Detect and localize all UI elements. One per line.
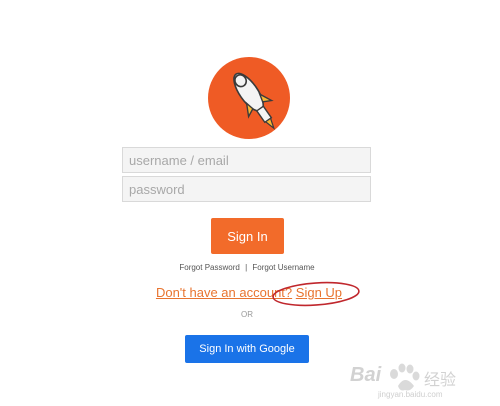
watermark-url: jingyan.baidu.com [378, 390, 443, 399]
link-separator: | [245, 263, 248, 272]
signup-row: Don't have an account? Sign Up [0, 285, 498, 300]
forgot-username-link[interactable]: Forgot Username [252, 263, 314, 272]
watermark-brand: Bai [350, 364, 382, 386]
sign-in-with-google-button[interactable]: Sign In with Google [185, 335, 309, 363]
watermark-brand-cn: 经验 [424, 370, 457, 389]
sign-up-link[interactable]: Sign Up [296, 285, 342, 300]
no-account-text: Don't have an account? [155, 285, 293, 300]
username-email-input[interactable] [122, 147, 371, 173]
postman-logo-icon [208, 57, 290, 139]
or-divider-text: OR [241, 310, 253, 319]
forgot-links-row: Forgot Password | Forgot Username [0, 263, 494, 272]
baidu-watermark: Bai 经验 jingyan.baidu.com [348, 356, 488, 402]
sign-in-button[interactable]: Sign In [211, 218, 284, 254]
forgot-password-link[interactable]: Forgot Password [179, 263, 239, 272]
password-input[interactable] [122, 176, 371, 202]
login-page: Sign In Forgot Password | Forgot Usernam… [0, 0, 500, 406]
